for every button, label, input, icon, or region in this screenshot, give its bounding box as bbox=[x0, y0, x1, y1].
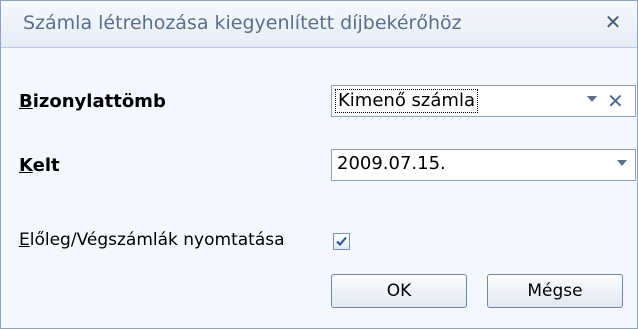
kelt-date-field[interactable]: 2009.07.15. bbox=[331, 149, 636, 181]
eloleg-label-accesskey: E bbox=[19, 230, 30, 250]
dialog-title: Számla létrehozása kiegyenlített díjbeké… bbox=[23, 12, 462, 34]
bizonylattomb-value: Kimenő számla bbox=[335, 89, 478, 113]
bizonylattomb-label: Bizonylattömb bbox=[19, 91, 166, 112]
ok-button[interactable]: OK bbox=[331, 274, 467, 308]
chevron-down-icon[interactable] bbox=[617, 160, 627, 166]
checkmark-icon bbox=[336, 236, 347, 246]
clear-icon[interactable]: ✕ bbox=[607, 88, 624, 114]
close-icon[interactable]: ✕ bbox=[602, 11, 624, 33]
eloleg-label-text: lőleg/Végszámlák nyomtatása bbox=[29, 230, 285, 250]
kelt-label: Kelt bbox=[19, 155, 60, 176]
kelt-label-accesskey: K bbox=[19, 155, 33, 176]
kelt-value: 2009.07.15. bbox=[337, 153, 446, 174]
eloleg-label: Előleg/Végszámlák nyomtatása bbox=[19, 230, 285, 250]
dialog: Számla létrehozása kiegyenlített díjbeké… bbox=[0, 0, 638, 329]
eloleg-checkbox[interactable] bbox=[333, 233, 350, 250]
bizonylattomb-label-text: izonylattömb bbox=[32, 91, 166, 112]
bizonylattomb-select[interactable]: Kimenő számla ✕ bbox=[331, 85, 636, 117]
cancel-button[interactable]: Mégse bbox=[487, 274, 623, 308]
bizonylattomb-label-accesskey: B bbox=[19, 91, 33, 112]
kelt-label-text: elt bbox=[32, 155, 60, 176]
chevron-down-icon[interactable] bbox=[587, 96, 597, 102]
title-bar: Számla létrehozása kiegyenlített díjbeké… bbox=[1, 1, 637, 48]
